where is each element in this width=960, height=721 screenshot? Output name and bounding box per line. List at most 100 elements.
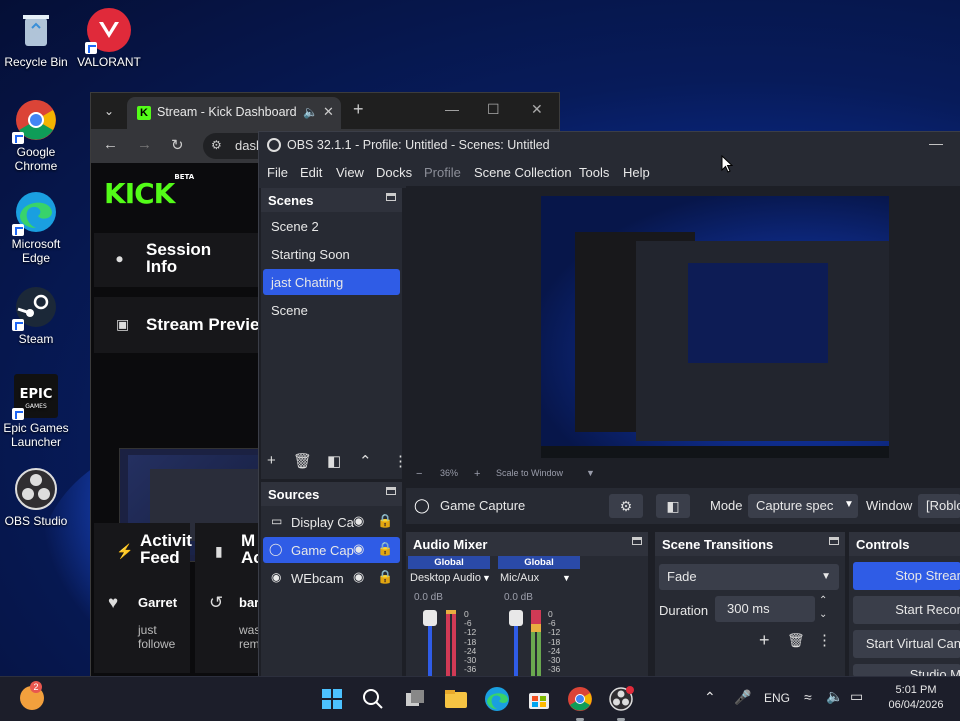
remove-scene-icon[interactable]: 🗑 xyxy=(293,452,312,470)
source-item[interactable]: ◉ WEbcam ◉ 🔒 xyxy=(263,565,400,591)
source-item-selected[interactable]: ◯ Game Cap ◉ 🔒 xyxy=(263,537,400,563)
start-virtual-camera-button[interactable]: Start Virtual Can xyxy=(853,630,960,658)
menu-help[interactable]: Help xyxy=(623,165,650,180)
shortcut-arrow-icon xyxy=(12,319,24,331)
undock-icon[interactable] xyxy=(829,537,839,545)
scale-dropdown-icon[interactable]: ▼ xyxy=(586,468,595,478)
duration-stepper-down-icon[interactable]: ⌄ xyxy=(819,609,827,620)
lock-icon[interactable]: 🔒 xyxy=(377,513,393,529)
menu-docks[interactable]: Docks xyxy=(376,165,412,180)
search-icon[interactable] xyxy=(359,685,387,713)
browser-maximize-icon[interactable]: ☐ xyxy=(487,101,500,118)
window-label: Window xyxy=(866,498,913,513)
site-info-icon[interactable]: ⚙ xyxy=(211,138,222,152)
volume-icon[interactable]: 🔈 xyxy=(826,688,843,705)
clock-date[interactable]: 06/04/2026 xyxy=(882,699,950,711)
transition-more-icon[interactable]: ⋮ xyxy=(817,631,832,649)
browser-minimize-icon[interactable]: — xyxy=(445,101,459,117)
move-scene-up-icon[interactable]: ⌃ xyxy=(359,452,372,470)
mode-select[interactable]: Capture spec xyxy=(748,494,858,518)
input-language[interactable]: ENG xyxy=(764,691,790,705)
session-info-title: Session Info xyxy=(146,240,212,276)
start-menu-icon[interactable] xyxy=(318,685,346,713)
battery-icon[interactable]: ▭ xyxy=(850,688,863,705)
transition-select[interactable]: Fade ▼ xyxy=(659,564,839,590)
reload-icon[interactable]: ↻ xyxy=(171,136,184,154)
source-properties-gear-icon[interactable]: ⚙ xyxy=(609,494,643,518)
edge-icon[interactable] xyxy=(483,685,511,713)
channel-meter[interactable] xyxy=(408,606,490,678)
browser-tab[interactable]: K Stream - Kick Dashboard 🔈 ✕ xyxy=(127,97,341,129)
back-icon[interactable]: ← xyxy=(103,136,118,153)
undock-icon[interactable] xyxy=(386,487,396,495)
lock-icon[interactable]: 🔒 xyxy=(377,541,393,557)
visibility-eye-icon[interactable]: ◉ xyxy=(353,513,364,529)
desktop-icon-google-chrome[interactable]: Google Chrome xyxy=(0,98,75,173)
mod-actions-icon: ▮ xyxy=(215,543,223,559)
scale-mode[interactable]: Scale to Window xyxy=(496,468,563,478)
window-select[interactable]: [Roblo xyxy=(918,494,960,518)
scene-item[interactable]: Scene xyxy=(263,297,400,323)
add-transition-icon[interactable]: + xyxy=(759,630,770,651)
scene-item[interactable]: Scene 2 xyxy=(263,213,400,239)
duration-stepper-up-icon[interactable]: ⌃ xyxy=(819,595,827,606)
source-filters-icon[interactable]: ◧ xyxy=(656,494,690,518)
undock-icon[interactable] xyxy=(632,537,642,545)
scene-filters-icon[interactable]: ◧ xyxy=(327,452,341,470)
zoom-out-button[interactable]: − xyxy=(416,468,422,480)
microsoft-store-icon[interactable] xyxy=(525,685,553,713)
forward-icon[interactable]: → xyxy=(137,136,152,153)
channel-menu-icon[interactable]: ▼ xyxy=(482,573,491,583)
zoom-in-button[interactable]: + xyxy=(474,468,480,480)
channel-name[interactable]: Mic/Aux xyxy=(500,572,539,584)
desktop-icon-recycle-bin[interactable]: Recycle Bin xyxy=(0,8,75,69)
session-info-panel[interactable]: ⦁ Session Info xyxy=(94,233,259,287)
tab-search-dropdown-icon[interactable]: ⌄ xyxy=(97,99,121,123)
obs-taskbar-icon[interactable] xyxy=(607,685,635,713)
desktop-icon-microsoft-edge[interactable]: Microsoft Edge xyxy=(0,190,75,265)
audio-mixer-title: Audio Mixer xyxy=(413,537,488,552)
tab-audio-icon[interactable]: 🔈 xyxy=(303,105,318,119)
desktop-icon-valorant[interactable]: VALORANT xyxy=(70,8,148,69)
obs-minimize-icon[interactable]: — xyxy=(929,135,943,151)
scene-item-selected[interactable]: jast Chatting xyxy=(263,269,400,295)
clock-time[interactable]: 5:01 PM xyxy=(886,684,946,696)
file-explorer-icon[interactable] xyxy=(442,685,470,713)
chrome-icon[interactable] xyxy=(566,685,594,713)
menu-scene-collection[interactable]: Scene Collection xyxy=(474,165,572,180)
channel-menu-icon[interactable]: ▼ xyxy=(562,573,571,583)
lock-icon[interactable]: 🔒 xyxy=(377,569,393,585)
start-recording-button[interactable]: Start Recor xyxy=(853,596,960,624)
undo-icon: ↺ xyxy=(209,593,224,612)
menu-profile[interactable]: Profile xyxy=(424,165,461,180)
menu-edit[interactable]: Edit xyxy=(300,165,322,180)
browser-close-icon[interactable]: ✕ xyxy=(531,101,543,118)
session-info-icon: ⦁ xyxy=(116,250,123,266)
menu-file[interactable]: File xyxy=(267,165,288,180)
remove-transition-icon[interactable]: 🗑 xyxy=(787,632,805,649)
mode-dropdown-icon[interactable]: ▼ xyxy=(844,499,854,510)
add-scene-icon[interactable]: + xyxy=(267,452,276,469)
preview-area[interactable] xyxy=(406,186,960,466)
preview-canvas[interactable] xyxy=(541,196,889,458)
visibility-eye-icon[interactable]: ◉ xyxy=(353,541,364,557)
scene-item[interactable]: Starting Soon xyxy=(263,241,400,267)
microphone-icon[interactable]: 🎤 xyxy=(734,689,751,706)
channel-name[interactable]: Desktop Audio xyxy=(410,572,481,584)
task-view-icon[interactable] xyxy=(401,685,429,713)
menu-tools[interactable]: Tools xyxy=(579,165,609,180)
desktop-icon-obs-studio[interactable]: OBS Studio xyxy=(0,467,75,528)
tab-close-icon[interactable]: ✕ xyxy=(323,104,334,120)
channel-meter[interactable] xyxy=(498,606,580,678)
source-item[interactable]: ▭ Display Ca ◉ 🔒 xyxy=(263,509,400,535)
desktop-icon-steam[interactable]: Steam xyxy=(0,285,75,346)
duration-input[interactable]: 300 ms xyxy=(715,596,815,622)
visibility-eye-icon[interactable]: ◉ xyxy=(353,569,364,585)
stop-streaming-button[interactable]: Stop Strear xyxy=(853,562,960,590)
undock-icon[interactable] xyxy=(386,193,396,201)
new-tab-button[interactable]: + xyxy=(353,99,364,120)
desktop-icon-epic-games[interactable]: EPIC GAMES Epic Games Launcher xyxy=(0,374,75,449)
show-hidden-icons-icon[interactable]: ⌃ xyxy=(704,689,716,706)
menu-view[interactable]: View xyxy=(336,165,364,180)
wifi-icon[interactable]: ≈ xyxy=(804,689,812,705)
